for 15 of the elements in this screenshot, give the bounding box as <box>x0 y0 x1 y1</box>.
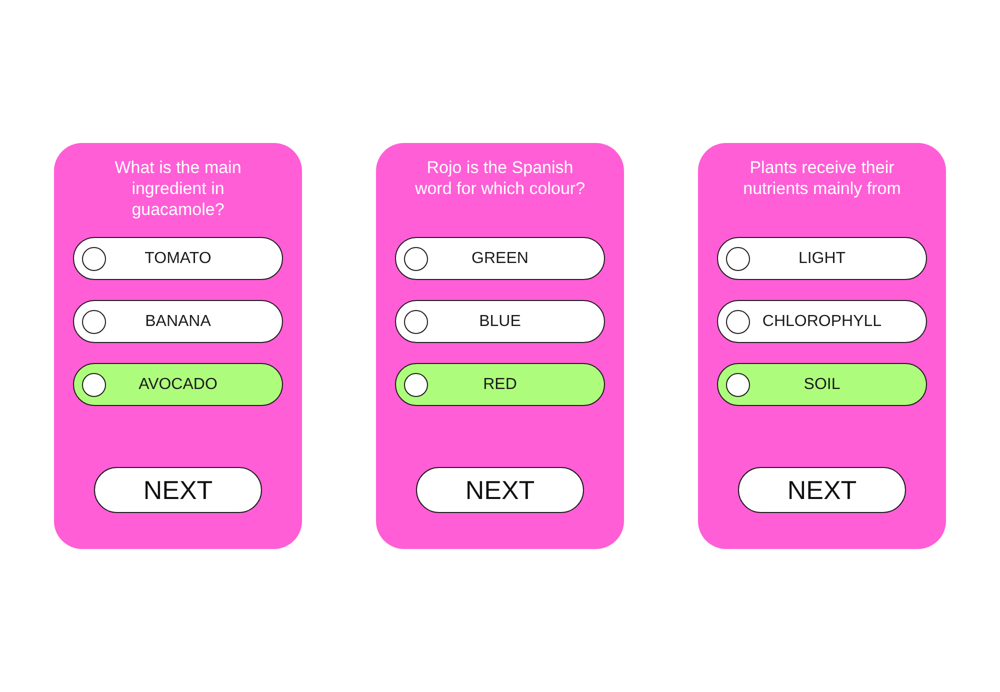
question-text: Plants receive their nutrients mainly from <box>742 157 902 199</box>
question-text: Rojo is the Spanish word for which colour? <box>414 157 586 199</box>
answer-option[interactable]: LIGHT <box>717 237 927 280</box>
answer-option[interactable]: RED <box>395 363 605 406</box>
answer-option[interactable]: AVOCADO <box>73 363 283 406</box>
answer-option[interactable]: GREEN <box>395 237 605 280</box>
answer-option[interactable]: TOMATO <box>73 237 283 280</box>
question-text: What is the main ingredient in guacamole? <box>114 157 242 220</box>
next-button[interactable]: NEXT <box>738 467 906 513</box>
answer-option[interactable]: BANANA <box>73 300 283 343</box>
next-button[interactable]: NEXT <box>94 467 262 513</box>
next-button[interactable]: NEXT <box>416 467 584 513</box>
answer-option[interactable]: CHLOROPHYLL <box>717 300 927 343</box>
answer-option[interactable]: SOIL <box>717 363 927 406</box>
answer-option[interactable]: BLUE <box>395 300 605 343</box>
